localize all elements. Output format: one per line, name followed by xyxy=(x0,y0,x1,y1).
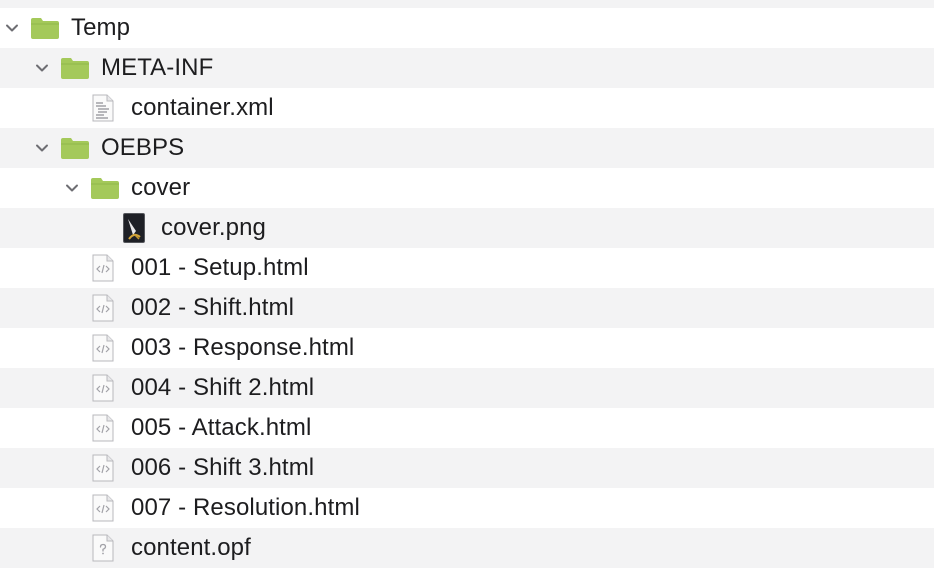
tree-item-label: content.opf xyxy=(131,534,251,561)
file-tree: Temp META-INF container.xml OEBPS cover … xyxy=(0,0,934,572)
tree-item-label: cover xyxy=(131,174,191,201)
tree-row-container-xml[interactable]: container.xml xyxy=(0,88,934,128)
tree-row-html-file[interactable]: 006 - Shift 3.html xyxy=(0,448,934,488)
tree-item-label: META-INF xyxy=(101,54,214,81)
tree-row-html-file[interactable]: 005 - Attack.html xyxy=(0,408,934,448)
folder-icon xyxy=(60,136,90,165)
tree-item-label: 007 - Resolution.html xyxy=(131,494,360,521)
tree-row-temp[interactable]: Temp xyxy=(0,8,934,48)
html-document-icon xyxy=(92,414,114,447)
tree-item-label: 004 - Shift 2.html xyxy=(131,374,315,401)
tree-row-meta-inf[interactable]: META-INF xyxy=(0,48,934,88)
tree-item-label: OEBPS xyxy=(101,134,185,161)
tree-row-cover-png[interactable]: cover.png xyxy=(0,208,934,248)
tree-row-html-file[interactable]: 001 - Setup.html xyxy=(0,248,934,288)
tree-item-label: container.xml xyxy=(131,94,274,121)
tree-item-label: 001 - Setup.html xyxy=(131,254,309,281)
html-document-icon xyxy=(92,294,114,327)
tree-row-html-file[interactable]: 004 - Shift 2.html xyxy=(0,368,934,408)
folder-icon xyxy=(90,176,120,205)
unknown-document-icon xyxy=(92,534,114,567)
partial-row-above xyxy=(0,0,934,8)
tree-item-label: cover.png xyxy=(161,214,266,241)
chevron-down-icon[interactable] xyxy=(64,180,80,196)
chevron-down-icon[interactable] xyxy=(34,140,50,156)
tree-row-content-opf[interactable]: content.opf xyxy=(0,528,934,568)
image-thumbnail-icon xyxy=(123,213,145,248)
tree-row-cover-folder[interactable]: cover xyxy=(0,168,934,208)
tree-row-html-file[interactable]: 002 - Shift.html xyxy=(0,288,934,328)
html-document-icon xyxy=(92,454,114,487)
html-document-icon xyxy=(92,374,114,407)
tree-item-label: 006 - Shift 3.html xyxy=(131,454,315,481)
tree-row-html-file[interactable]: 007 - Resolution.html xyxy=(0,488,934,528)
tree-item-label: 003 - Response.html xyxy=(131,334,355,361)
html-document-icon xyxy=(92,334,114,367)
tree-row-oebps[interactable]: OEBPS xyxy=(0,128,934,168)
folder-icon xyxy=(30,16,60,45)
xml-document-icon xyxy=(92,94,114,127)
folder-icon xyxy=(60,56,90,85)
html-document-icon xyxy=(92,494,114,527)
tree-item-label: Temp xyxy=(71,14,131,41)
tree-row-html-file[interactable]: 003 - Response.html xyxy=(0,328,934,368)
tree-item-label: 002 - Shift.html xyxy=(131,294,295,321)
tree-item-label: 005 - Attack.html xyxy=(131,414,312,441)
html-document-icon xyxy=(92,254,114,287)
chevron-down-icon[interactable] xyxy=(34,60,50,76)
chevron-down-icon[interactable] xyxy=(4,20,20,36)
